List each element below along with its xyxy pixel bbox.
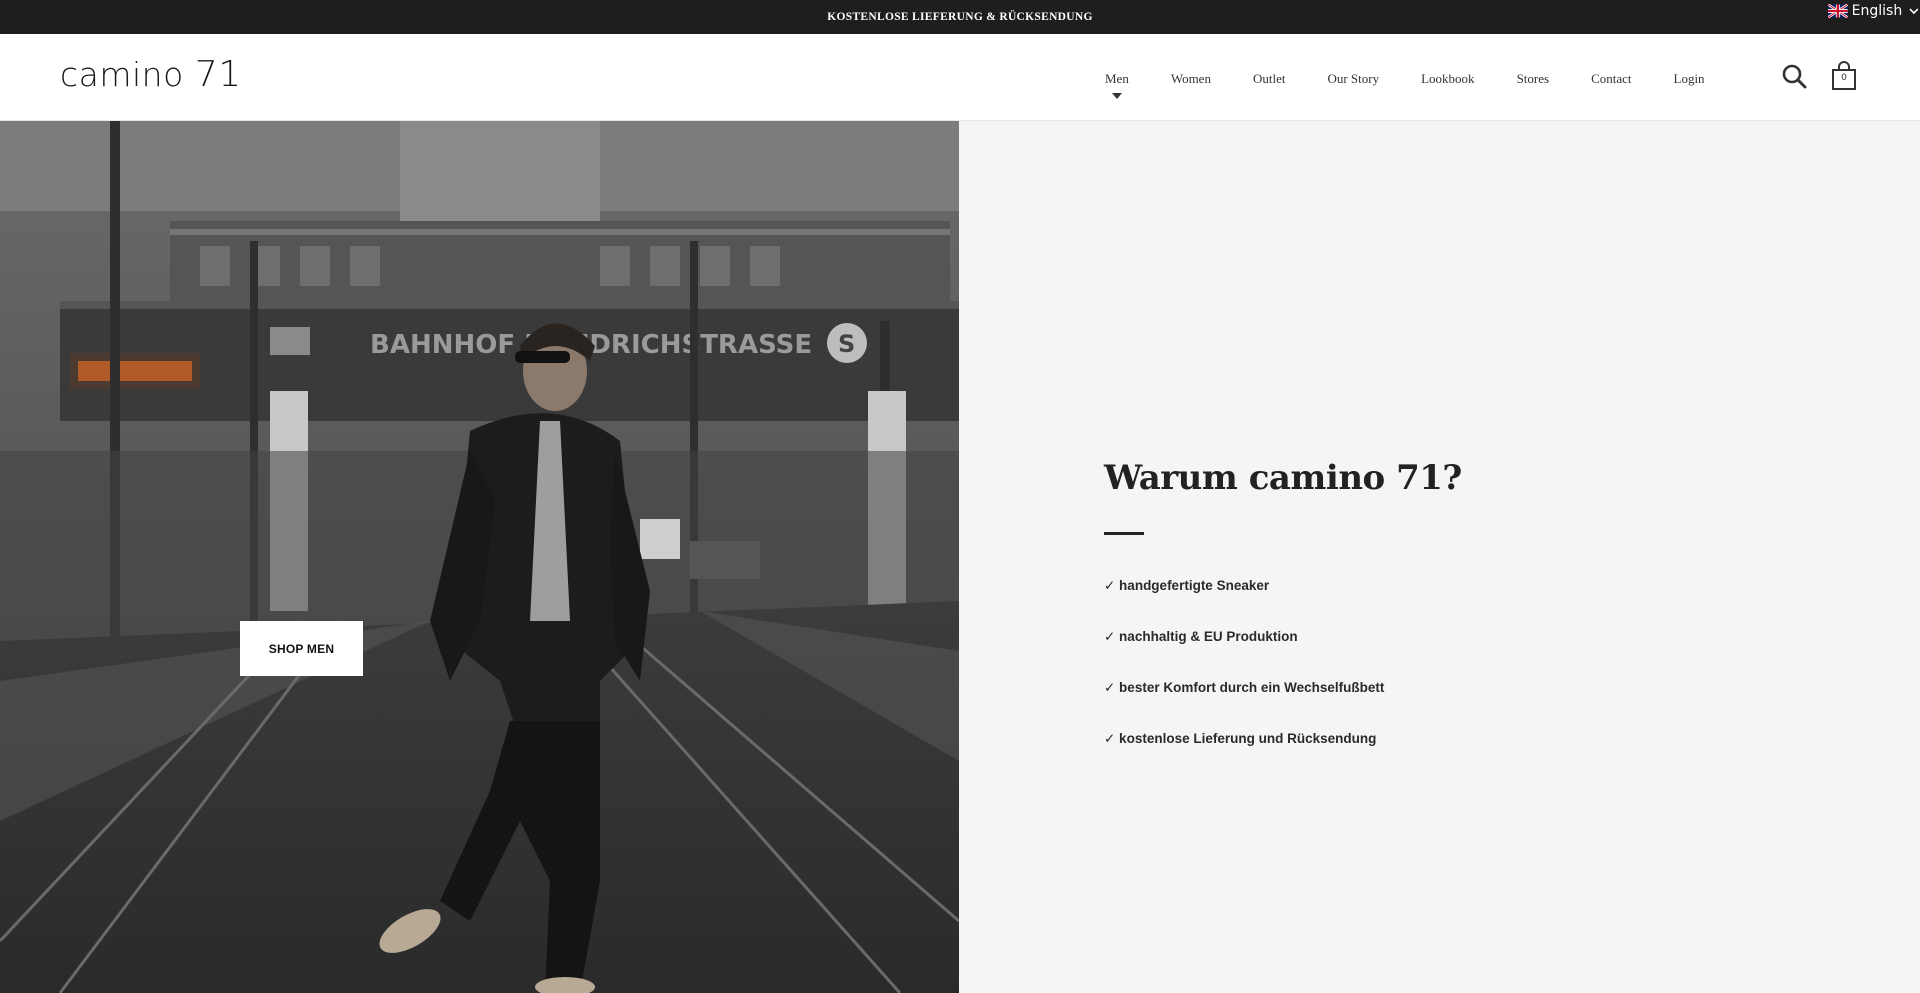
list-item: ✓ bester Komfort durch ein Wechselfußbet… — [1104, 680, 1385, 695]
shop-men-button[interactable]: SHOP MEN — [240, 621, 363, 676]
nav-item-login[interactable]: Login — [1674, 71, 1705, 87]
hero-image: BAHNHOF FRIEDRICHSTRASSE S — [0, 121, 959, 993]
nav-item-label: Our Story — [1327, 71, 1380, 86]
nav-item-men[interactable]: Men — [1105, 71, 1129, 99]
logo[interactable]: camino 71 — [60, 54, 242, 95]
language-label: English — [1851, 3, 1903, 19]
nav-item-label: Outlet — [1252, 71, 1286, 86]
announcement-bar: KOSTENLOSE LIEFERUNG & RÜCKSENDUNG Engli… — [0, 0, 1920, 34]
site-header: camino 71 Men Women Outlet Our Story Loo… — [0, 34, 1920, 121]
nav-item-label: Contact — [1591, 71, 1632, 86]
nav-item-stores[interactable]: Stores — [1517, 71, 1550, 87]
cart-count: 0 — [1841, 73, 1847, 83]
nav-item-label: Stores — [1516, 71, 1550, 86]
list-item: ✓ nachhaltig & EU Produktion — [1104, 629, 1298, 644]
chevron-down-icon — [1909, 8, 1919, 15]
uk-flag-icon — [1828, 4, 1848, 18]
list-item: ✓ handgefertigte Sneaker — [1104, 578, 1270, 593]
caret-down-icon — [1111, 93, 1122, 99]
search-icon[interactable] — [1781, 63, 1807, 89]
benefits-list: ✓ handgefertigte Sneaker ✓ nachhaltig & … — [1104, 577, 1384, 781]
nav-item-label: Lookbook — [1421, 71, 1475, 86]
main-nav: Men Women Outlet Our Story Lookbook Stor… — [1105, 69, 1747, 99]
nav-item-women[interactable]: Women — [1171, 71, 1211, 87]
svg-text:S: S — [838, 330, 855, 358]
nav-item-lookbook[interactable]: Lookbook — [1421, 71, 1474, 87]
nav-item-contact[interactable]: Contact — [1591, 71, 1631, 87]
logo-text: camino — [60, 55, 184, 94]
hero-photo: BAHNHOF FRIEDRICHSTRASSE S — [0, 121, 959, 993]
list-item: ✓ kostenlose Lieferung und Rücksendung — [1104, 731, 1377, 746]
nav-item-label: Login — [1673, 71, 1705, 86]
announcement-text: KOSTENLOSE LIEFERUNG & RÜCKSENDUNG — [827, 11, 1093, 23]
title-divider — [1104, 532, 1144, 535]
why-section: Warum camino 71? ✓ handgefertigte Sneake… — [959, 121, 1920, 993]
why-title: Warum camino 71? — [1104, 458, 1462, 498]
logo-number: 71 — [194, 54, 242, 95]
language-selector[interactable]: English — [1828, 0, 1920, 22]
nav-item-label: Women — [1170, 71, 1211, 86]
nav-item-label: Men — [1105, 71, 1129, 86]
nav-item-our-story[interactable]: Our Story — [1327, 71, 1379, 87]
nav-item-outlet[interactable]: Outlet — [1253, 71, 1286, 87]
cart-button[interactable]: 0 — [1831, 61, 1857, 91]
